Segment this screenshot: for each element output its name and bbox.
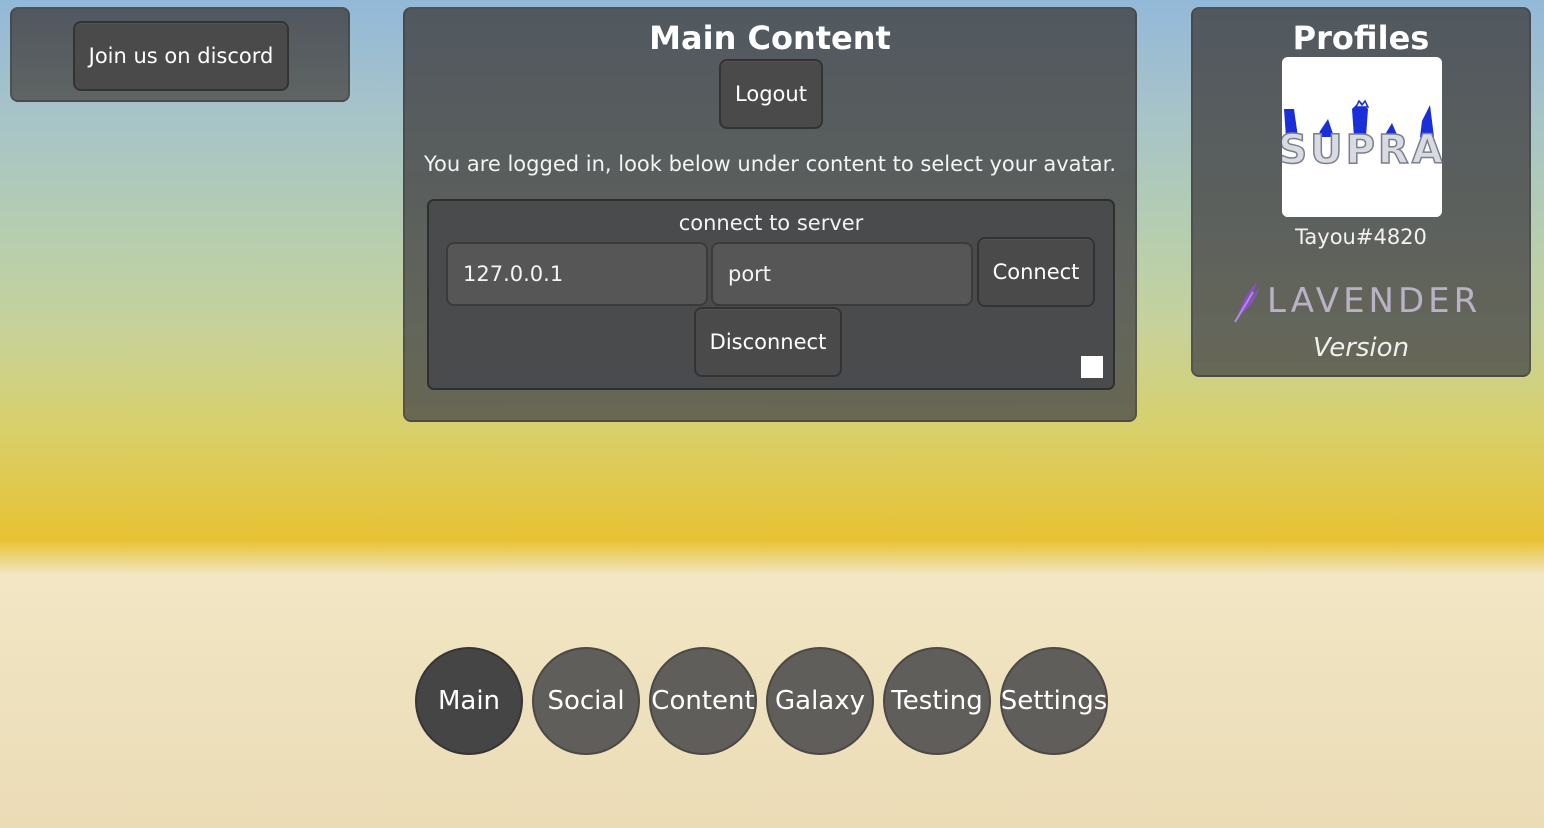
bottom-navigation: Main Social Content Galaxy Testing Setti… xyxy=(415,647,1115,757)
discord-panel: Join us on discord xyxy=(10,7,350,102)
connection-status-checkbox[interactable] xyxy=(1081,356,1103,378)
login-status-text: You are logged in, look below under cont… xyxy=(423,152,1117,176)
connect-to-server-title: connect to server xyxy=(678,211,864,235)
profiles-panel: Profiles SUPRA Tayou#4820 LAVENDER Versi… xyxy=(1191,7,1531,377)
logout-button[interactable]: Logout xyxy=(719,59,823,129)
profiles-title: Profiles xyxy=(1292,19,1430,57)
svg-text:SUPRA: SUPRA xyxy=(1282,127,1442,173)
profile-username: Tayou#4820 xyxy=(1295,225,1427,249)
server-port-input[interactable]: port xyxy=(711,242,973,306)
connect-to-server-box: connect to server 127.0.0.1 port Connect… xyxy=(427,199,1115,390)
main-content-panel: Main Content Logout You are logged in, l… xyxy=(403,7,1137,422)
connect-button[interactable]: Connect xyxy=(977,237,1095,307)
disconnect-button[interactable]: Disconnect xyxy=(694,307,842,377)
nav-social-button[interactable]: Social xyxy=(532,647,640,755)
profile-avatar[interactable]: SUPRA xyxy=(1282,57,1442,217)
nav-settings-button[interactable]: Settings xyxy=(1000,647,1108,755)
svg-text:LAVENDER: LAVENDER xyxy=(1267,281,1481,321)
nav-content-button[interactable]: Content xyxy=(649,647,757,755)
lavender-logo: LAVENDER xyxy=(1231,274,1491,324)
nav-main-button[interactable]: Main xyxy=(415,647,523,755)
nav-testing-button[interactable]: Testing xyxy=(883,647,991,755)
supra-logo-image: SUPRA xyxy=(1282,57,1442,217)
nav-galaxy-button[interactable]: Galaxy xyxy=(766,647,874,755)
server-ip-input[interactable]: 127.0.0.1 xyxy=(446,242,708,306)
version-label: Version xyxy=(1312,333,1410,363)
join-discord-button[interactable]: Join us on discord xyxy=(73,21,289,91)
main-content-title: Main Content xyxy=(649,19,891,57)
feather-icon: LAVENDER xyxy=(1234,281,1481,323)
